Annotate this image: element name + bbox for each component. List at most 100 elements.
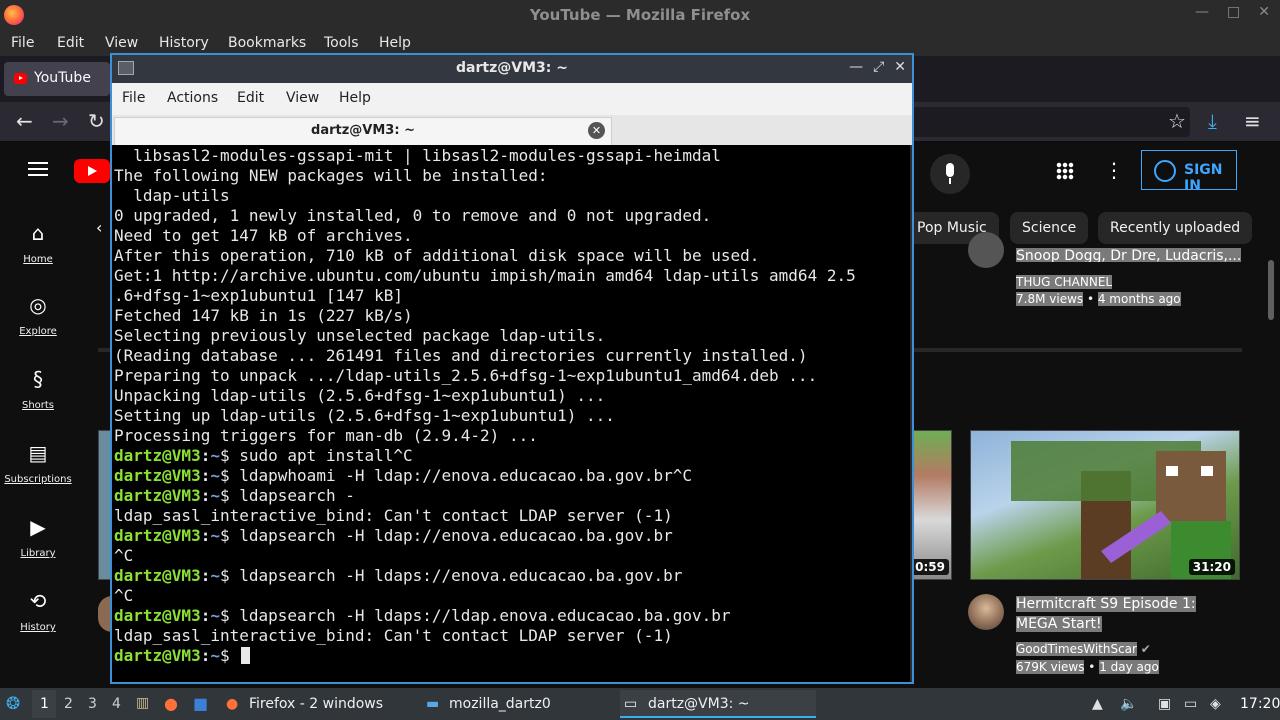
forward-icon[interactable]: → [52, 110, 69, 132]
line-text: Get:1 http://archive.ubuntu.com/ubuntu i… [114, 266, 856, 285]
prompt-path: ~ [210, 486, 220, 505]
task-terminal[interactable]: ▭ dartz@VM3: ~ [620, 690, 816, 718]
file-manager-launcher-icon[interactable]: ▥ [136, 695, 149, 711]
volume-icon[interactable]: 🔈 [1120, 696, 1137, 712]
desktop-launcher-icon[interactable]: ■ [193, 694, 208, 713]
firefox-window-title: YouTube — Mozilla Firefox [529, 6, 751, 24]
menu-tools[interactable]: Tools [324, 35, 359, 51]
apps-grid-icon[interactable] [1056, 162, 1074, 180]
workspace-1[interactable]: 1 [40, 696, 49, 712]
sidebar-item-home[interactable]: ⌂ Home [4, 222, 72, 265]
task-file-manager[interactable]: ▬ mozilla_dartz0 [422, 690, 618, 718]
prompt-separator: : [200, 566, 211, 585]
yt-menu-icon[interactable] [28, 162, 48, 176]
maximize-icon[interactable]: □ [1227, 4, 1240, 20]
app-menu-icon[interactable]: ≡ [1244, 110, 1261, 132]
voice-search-icon[interactable] [930, 154, 970, 194]
bookmark-star-icon[interactable]: ☆ [1168, 110, 1186, 132]
sidebar-item-history[interactable]: ⟲ History [4, 590, 72, 633]
prompt-user: dartz@VM3 [114, 646, 201, 665]
terminal-output-line: ldap_sasl_interactive_bind: Can't contac… [112, 626, 910, 646]
menu-help[interactable]: Help [379, 35, 411, 51]
menu-view[interactable]: View [105, 35, 138, 51]
app-launcher-icon[interactable]: ❂ [6, 694, 20, 714]
terminal-window[interactable]: dartz@VM3: ~ — ⤢ ✕ File Actions Edit Vie… [110, 53, 914, 684]
close-tab-icon[interactable]: ✕ [588, 122, 605, 139]
terminal-titlebar[interactable]: dartz@VM3: ~ — ⤢ ✕ [112, 55, 912, 83]
workspace-4[interactable]: 4 [112, 696, 121, 712]
menu-help[interactable]: Help [339, 90, 371, 106]
firefox-launcher-icon[interactable]: ● [164, 694, 178, 713]
prompt-user: dartz@VM3 [114, 486, 201, 505]
prompt-user: dartz@VM3 [114, 446, 201, 465]
youtube-logo-icon[interactable] [74, 159, 110, 183]
menu-history[interactable]: History [159, 35, 209, 51]
downloads-icon[interactable]: ⤓ [1208, 110, 1217, 132]
reload-icon[interactable]: ↻ [88, 110, 105, 132]
menu-file[interactable]: File [11, 35, 34, 51]
prompt-user: dartz@VM3 [114, 466, 201, 485]
prompt-symbol: $ [219, 606, 240, 625]
channel-avatar[interactable] [968, 594, 1004, 630]
taskbar: ❂ 1 2 3 4 ▥ ● ■ ● Firefox - 2 windows ▬ … [0, 688, 1280, 720]
chip-recently-uploaded[interactable]: Recently uploaded [1098, 212, 1253, 244]
menu-view[interactable]: View [286, 90, 319, 106]
page-scrollbar[interactable] [1268, 260, 1274, 320]
video-title[interactable]: Snoop Dogg, Dr Dre, Ludacris,... [1016, 246, 1242, 262]
maximize-icon[interactable]: ⤢ [873, 59, 884, 75]
back-icon[interactable]: ← [16, 110, 33, 132]
clock[interactable]: 17:20 [1240, 696, 1280, 712]
channel-avatar[interactable] [968, 232, 1004, 268]
terminal-output-line: ldap-utils [112, 186, 910, 206]
prompt-symbol: $ [219, 526, 240, 545]
terminal-command-line: dartz@VM3:~$ [112, 646, 910, 666]
tab-youtube[interactable]: YouTube [4, 62, 110, 96]
chips-scroll-left-icon[interactable]: ‹ [96, 218, 102, 237]
terminal-command-line: dartz@VM3:~$ ldapsearch -H ldap://enova.… [112, 526, 910, 546]
line-text: ldapsearch - [239, 486, 355, 505]
sidebar-item-library[interactable]: ▶ Library [4, 516, 72, 559]
terminal-output-line: ^C [112, 586, 910, 606]
line-text: sudo apt install^C [239, 446, 413, 465]
menu-actions[interactable]: Actions [167, 90, 218, 106]
line-text: ldapsearch -H ldaps://enova.educacao.ba.… [239, 566, 683, 585]
sign-in-button[interactable]: SIGN IN [1141, 150, 1237, 194]
menu-bookmarks[interactable]: Bookmarks [228, 35, 306, 51]
minimize-icon[interactable]: — [1195, 4, 1209, 20]
terminal-output[interactable]: libsasl2-modules-gssapi-mit | libsasl2-m… [112, 145, 910, 682]
url-bar[interactable] [912, 107, 1190, 137]
minimize-icon[interactable]: — [849, 59, 863, 75]
display-icon[interactable]: ▭ [1184, 696, 1197, 712]
terminal-tab[interactable]: dartz@VM3: ~ ✕ [114, 117, 612, 145]
prompt-user: dartz@VM3 [114, 606, 201, 625]
network-icon[interactable]: ◈ [1210, 696, 1221, 712]
menu-edit[interactable]: Edit [237, 90, 264, 106]
clipboard-icon[interactable]: ▣ [1158, 696, 1171, 712]
video-thumbnail[interactable]: 20:59 [912, 430, 952, 580]
close-icon[interactable]: ✕ [1258, 4, 1270, 20]
sidebar-item-subscriptions[interactable]: ▤ Subscriptions [4, 442, 72, 485]
channel-name[interactable]: GoodTimesWithScar ✔ [1016, 642, 1151, 656]
terminal-output-line: 0 upgraded, 1 newly installed, 0 to remo… [112, 206, 910, 226]
chip-science[interactable]: Science [1010, 212, 1089, 244]
close-icon[interactable]: ✕ [894, 59, 906, 75]
terminal-window-title: dartz@VM3: ~ [456, 60, 568, 76]
video-title[interactable]: Hermitcraft S9 Episode 1: MEGA Start! [1016, 594, 1216, 634]
menu-file[interactable]: File [122, 90, 145, 106]
video-thumbnail[interactable]: 31:20 [970, 430, 1240, 580]
tray-expand-icon[interactable]: ▲ [1092, 696, 1103, 712]
thumbnail-art [1011, 441, 1231, 579]
history-icon: ⟲ [29, 589, 47, 613]
terminal-tabbar: dartz@VM3: ~ ✕ [112, 115, 912, 145]
workspace-2[interactable]: 2 [64, 696, 73, 712]
workspace-3[interactable]: 3 [88, 696, 97, 712]
prompt-symbol: $ [219, 646, 240, 665]
sidebar-item-shorts[interactable]: § Shorts [4, 368, 72, 411]
prompt-path: ~ [210, 646, 220, 665]
menu-edit[interactable]: Edit [57, 35, 84, 51]
more-options-icon[interactable]: ⋮ [1104, 158, 1124, 182]
terminal-command-line: dartz@VM3:~$ ldapwhoami -H ldap://enova.… [112, 466, 910, 486]
channel-name[interactable]: THUG CHANNEL [1016, 275, 1113, 289]
sidebar-item-explore[interactable]: ◎ Explore [4, 294, 72, 337]
task-firefox[interactable]: ● Firefox - 2 windows [222, 690, 418, 718]
